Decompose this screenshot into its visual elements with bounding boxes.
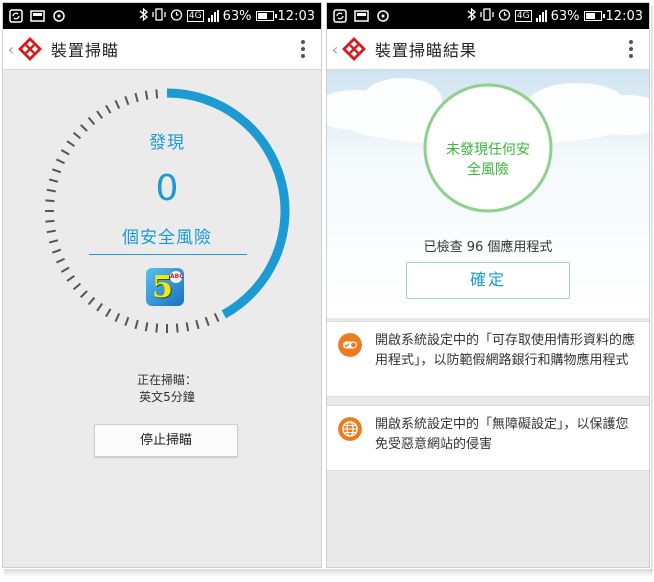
scan-ring-tick	[144, 90, 149, 100]
divider	[89, 254, 247, 255]
battery-icon	[583, 11, 605, 21]
scanning-app-icon: 5 ABC	[146, 268, 184, 306]
scan-ring-tick	[66, 140, 76, 148]
empty-area	[327, 473, 649, 567]
scan-status-label: 正在掃瞄：	[136, 373, 197, 387]
scan-ring-tick	[48, 178, 59, 183]
action-bar: ‹ 裝置掃瞄	[3, 29, 321, 70]
scan-ring-tick	[87, 116, 96, 126]
scan-result-screen: 4G 63% 12:03 ‹ 裝置掃瞄結果 未發現任何安 全風險 已檢查 96 …	[326, 2, 650, 568]
globe-icon	[338, 417, 362, 441]
scan-ring-tick	[87, 296, 96, 306]
scan-ring-tick	[56, 158, 66, 165]
app-logo-icon[interactable]	[17, 36, 43, 62]
status-bar: 4G 63% 12:03	[327, 3, 649, 29]
scan-ring-tick	[105, 104, 112, 114]
sync-icon	[333, 9, 347, 23]
signal-icon	[535, 10, 547, 22]
scan-ring-tick	[48, 239, 59, 244]
scan-ring-tick	[45, 219, 55, 223]
signal-icon	[207, 10, 219, 22]
scan-ring-tick	[213, 312, 220, 322]
battery-percent: 63%	[550, 8, 580, 24]
status-bar: 4G 63% 12:03	[3, 3, 321, 29]
alarm-icon	[498, 8, 511, 25]
scan-ring-tick	[114, 312, 121, 322]
alarm-icon	[170, 8, 183, 25]
scan-ring-tick	[60, 266, 70, 273]
screenshot-frame: 4G 63% 12:03 ‹ 裝置掃瞄 發現 0 個安全風險 5 ABC 正在掃…	[0, 0, 654, 582]
scan-ring-tick	[155, 89, 159, 99]
result-message: 未發現任何安 全風險	[446, 142, 530, 178]
clock: 12:03	[605, 8, 643, 24]
confirm-button[interactable]: 確定	[406, 262, 570, 299]
scan-ring-ticks	[45, 89, 220, 333]
tip-text: 開啟系統設定中的「無障礙設定」，以保護您免受惡意網站的侵害	[375, 417, 629, 452]
scan-ring-tick	[185, 322, 190, 332]
scan-ring-tick	[46, 229, 56, 234]
back-chevron-icon[interactable]: ‹	[5, 40, 17, 59]
scan-ring-tick	[134, 92, 139, 103]
overflow-menu-icon[interactable]	[619, 40, 643, 58]
vibrate-icon	[480, 7, 494, 25]
scan-ring-tick	[60, 149, 70, 156]
scan-ring-tick	[66, 274, 76, 282]
scan-ring-tick	[52, 168, 62, 174]
scan-ring-tick	[105, 308, 112, 318]
scan-ring-tick	[134, 319, 139, 330]
scan-ring-tick	[124, 96, 130, 106]
tip-text: 開啟系統設定中的「可存取使用情形資料的應用程式」，以防範假網路銀行和購物應用程式	[375, 333, 636, 368]
scan-ring-tick	[72, 131, 82, 140]
page-title: 裝置掃瞄	[51, 41, 120, 60]
data-saver-icon	[52, 9, 66, 23]
scan-current-app: 英文5分鐘	[139, 390, 195, 404]
scan-ring-tick	[144, 322, 149, 332]
bluetooth-icon	[467, 7, 476, 25]
risk-label: 個安全風險	[122, 228, 212, 248]
toggle-icon	[338, 333, 362, 357]
scan-ring-tick	[155, 323, 159, 333]
scan-ring-tick	[124, 316, 130, 326]
scan-ring-tick	[114, 100, 121, 110]
battery-percent: 63%	[222, 8, 252, 24]
tip-usage-access[interactable]: 開啟系統設定中的「可存取使用情形資料的應用程式」，以防範假網路銀行和購物應用程式	[327, 321, 649, 397]
scan-ring-tick	[52, 248, 62, 254]
stop-scan-button[interactable]: 停止掃瞄	[94, 424, 238, 457]
network-type: 4G	[186, 10, 204, 22]
scanned-app-count: 已檢查 96 個應用程式	[423, 240, 553, 255]
back-chevron-icon[interactable]: ‹	[329, 40, 341, 59]
clock: 12:03	[277, 8, 315, 24]
frame-shadow	[4, 569, 652, 577]
action-bar: ‹ 裝置掃瞄結果	[327, 29, 649, 70]
scan-ring-tick	[46, 188, 56, 193]
overflow-menu-icon[interactable]	[291, 40, 315, 58]
scan-ring-tick	[80, 290, 88, 298]
scan-screen: 4G 63% 12:03 ‹ 裝置掃瞄 發現 0 個安全風險 5 ABC 正在掃…	[2, 2, 322, 568]
sync-icon	[9, 9, 23, 23]
network-type: 4G	[514, 10, 532, 22]
scan-ring-tick	[175, 323, 179, 333]
scan-ring-tick	[195, 319, 200, 330]
scan-ring-tick	[96, 302, 104, 312]
scan-ring-tick	[45, 199, 55, 203]
scan-ring-tick	[56, 257, 66, 264]
risk-count: 0	[155, 168, 179, 209]
scan-progress-ring	[45, 88, 290, 333]
scan-ring-tick	[204, 316, 210, 326]
found-label: 發現	[149, 133, 185, 153]
battery-icon	[255, 11, 277, 21]
mail-icon	[354, 10, 369, 22]
page-title: 裝置掃瞄結果	[375, 41, 478, 60]
scan-ring-tick	[96, 110, 104, 120]
scan-ring-tick	[72, 282, 82, 291]
vibrate-icon	[152, 7, 166, 25]
app-logo-icon[interactable]	[341, 36, 367, 62]
tip-accessibility[interactable]: 開啟系統設定中的「無障礙設定」，以保護您免受惡意網站的侵害	[327, 405, 649, 471]
mail-icon	[30, 10, 45, 22]
data-saver-icon	[376, 9, 390, 23]
bluetooth-icon	[139, 7, 148, 25]
